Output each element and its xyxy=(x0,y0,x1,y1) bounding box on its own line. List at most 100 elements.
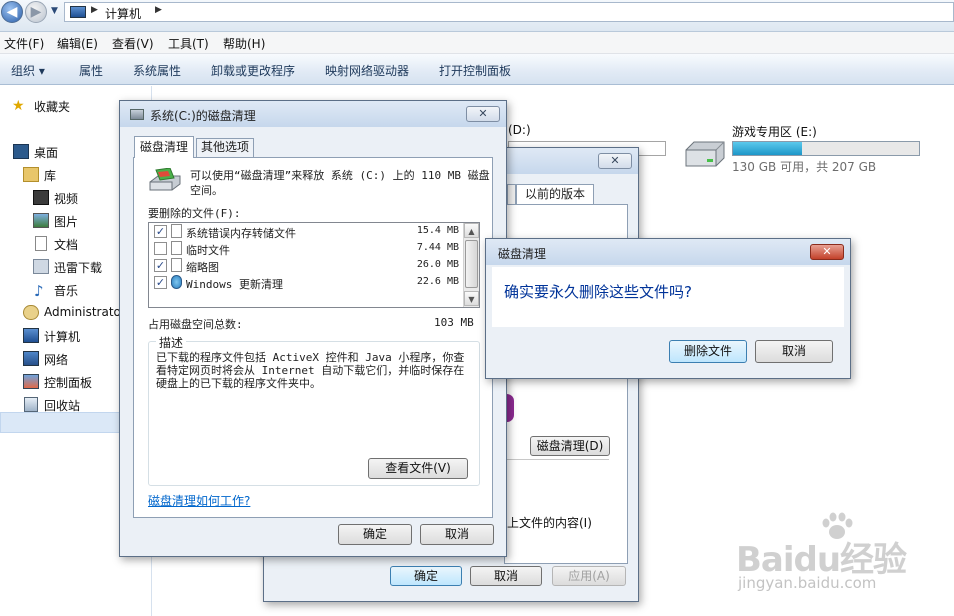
file-icon xyxy=(171,241,182,255)
address-bar-area: ◀ ▶ ▼ ▶ 计算机 ▶ xyxy=(0,0,954,32)
library-icon xyxy=(23,167,39,182)
checkbox[interactable] xyxy=(154,242,167,255)
hard-drive-icon[interactable] xyxy=(680,140,728,170)
confirm-question: 确实要永久删除这些文件吗? xyxy=(504,283,692,301)
cleanup-ok-button[interactable]: 确定 xyxy=(338,524,412,545)
sidebar-item-label: 迅雷下载 xyxy=(54,261,103,275)
arrow-left-icon: ◀ xyxy=(6,4,18,20)
scroll-down-icon[interactable]: ▼ xyxy=(464,291,479,306)
properties-close-button[interactable]: ✕ xyxy=(598,153,632,169)
view-files-button[interactable]: 查看文件(V) xyxy=(368,458,468,479)
list-item[interactable]: 临时文件 7.44 MB xyxy=(149,240,463,257)
file-icon xyxy=(171,258,182,272)
sidebar-item-label: 库 xyxy=(44,169,57,183)
vertical-scrollbar[interactable]: ▲ ▼ xyxy=(463,223,479,307)
close-icon: ✕ xyxy=(822,245,832,258)
divider xyxy=(507,459,609,460)
sidebar-item-label: 控制面板 xyxy=(44,376,93,390)
properties-ok-button[interactable]: 确定 xyxy=(390,566,462,586)
file-size: 22.6 MB xyxy=(416,276,459,287)
star-icon: ★ xyxy=(12,98,25,114)
computer-icon xyxy=(23,328,39,343)
sidebar-item-label: 视频 xyxy=(54,192,79,206)
tab-disk-cleanup[interactable]: 磁盘清理 xyxy=(134,136,194,158)
tab-more-options[interactable]: 其他选项 xyxy=(196,138,254,157)
cleanup-window-title: 系统(C:)的磁盘清理 xyxy=(150,109,256,123)
back-button[interactable]: ◀ xyxy=(1,1,23,23)
file-icon xyxy=(171,224,182,238)
confirm-cancel-button[interactable]: 取消 xyxy=(755,340,833,363)
close-icon: ✕ xyxy=(610,154,620,167)
how-cleanup-works-link[interactable]: 磁盘清理如何工作? xyxy=(148,492,250,509)
list-item[interactable]: ✓ Windows 更新清理 22.6 MB xyxy=(149,274,463,291)
files-to-delete-label: 要删除的文件(F): xyxy=(148,207,241,220)
file-name: 缩略图 xyxy=(186,261,219,274)
desktop-icon xyxy=(13,144,29,159)
file-name: Windows 更新清理 xyxy=(186,278,283,291)
file-size: 7.44 MB xyxy=(416,242,459,253)
checkbox[interactable]: ✓ xyxy=(154,225,167,238)
files-to-delete-list[interactable]: ✓ 系统错误内存转储文件 15.4 MB 临时文件 7.44 MB ✓ 缩略图 … xyxy=(148,222,480,308)
sidebar-item-label: 桌面 xyxy=(34,146,59,160)
forward-button[interactable]: ▶ xyxy=(25,1,47,23)
list-item[interactable]: ✓ 缩略图 26.0 MB xyxy=(149,257,463,274)
sidebar-item-label: 收藏夹 xyxy=(34,100,71,114)
confirm-delete-dialog: 磁盘清理 ✕ 确实要永久删除这些文件吗? 删除文件 取消 xyxy=(485,238,851,379)
close-icon: ✕ xyxy=(478,107,488,120)
delete-files-button[interactable]: 删除文件 xyxy=(669,340,747,363)
menu-view[interactable]: 查看(V) xyxy=(112,35,154,52)
description-text: 已下载的程序文件包括 ActiveX 控件和 Java 小程序，你查看特定网页时… xyxy=(156,351,465,390)
sidebar-item-label: Administrato xyxy=(44,305,121,319)
scroll-thumb[interactable] xyxy=(465,240,478,288)
properties-button[interactable]: 属性 xyxy=(79,62,103,79)
sidebar-item-label: 计算机 xyxy=(44,330,81,344)
watermark: Baidu经验 jingyan.baidu.com xyxy=(728,510,948,606)
chevron-right-icon[interactable]: ▶ xyxy=(91,5,98,15)
menu-help[interactable]: 帮助(H) xyxy=(223,35,265,52)
computer-icon xyxy=(70,6,86,18)
checkbox[interactable]: ✓ xyxy=(154,259,167,272)
chevron-right-icon[interactable]: ▶ xyxy=(155,5,162,15)
scroll-up-icon[interactable]: ▲ xyxy=(464,223,479,238)
tab-previous[interactable] xyxy=(507,184,516,204)
arrow-right-icon: ▶ xyxy=(30,4,42,20)
document-icon xyxy=(35,236,47,251)
address-field[interactable]: ▶ 计算机 ▶ xyxy=(64,2,954,22)
tab-previous-versions[interactable]: 以前的版本 xyxy=(516,184,594,204)
sidebar-item-label: 回收站 xyxy=(44,399,81,413)
properties-apply-button[interactable]: 应用(A) xyxy=(552,566,626,586)
disk-cleanup-button[interactable]: 磁盘清理(D) xyxy=(530,436,610,456)
total-space-value: 103 MB xyxy=(434,316,474,329)
checkbox[interactable]: ✓ xyxy=(154,276,167,289)
menu-tools[interactable]: 工具(T) xyxy=(168,35,209,52)
menu-edit[interactable]: 编辑(E) xyxy=(57,35,98,52)
uninstall-program-button[interactable]: 卸载或更改程序 xyxy=(211,62,295,79)
disk-cleanup-drive-icon xyxy=(149,168,181,191)
list-item[interactable]: ✓ 系统错误内存转储文件 15.4 MB xyxy=(149,223,463,240)
watermark-brand: Baidu经验 xyxy=(736,540,907,580)
sidebar-item-label: 图片 xyxy=(54,215,79,229)
properties-cancel-button[interactable]: 取消 xyxy=(470,566,542,586)
command-bar: 组织 ▾ 属性 系统属性 卸载或更改程序 映射网络驱动器 打开控制面板 xyxy=(0,54,954,85)
drive-e-label[interactable]: 游戏专用区 (E:) xyxy=(732,123,817,140)
system-properties-button[interactable]: 系统属性 xyxy=(133,62,181,79)
organize-button[interactable]: 组织 ▾ xyxy=(11,62,45,79)
file-size: 26.0 MB xyxy=(416,259,459,270)
open-control-panel-button[interactable]: 打开控制面板 xyxy=(439,62,511,79)
file-name: 临时文件 xyxy=(186,244,230,257)
windows-update-icon xyxy=(171,275,182,289)
cleanup-cancel-button[interactable]: 取消 xyxy=(420,524,494,545)
menu-file[interactable]: 文件(F) xyxy=(4,35,44,52)
total-space-label: 占用磁盘空间总数: xyxy=(148,318,243,331)
user-icon xyxy=(23,305,39,320)
history-dropdown-icon[interactable]: ▼ xyxy=(51,6,58,16)
description-heading: 描述 xyxy=(156,334,187,351)
confirm-close-button[interactable]: ✕ xyxy=(810,244,844,260)
file-name: 系统错误内存转储文件 xyxy=(186,227,296,240)
folder-icon xyxy=(33,259,49,274)
drive-d-label[interactable]: (D:) xyxy=(508,123,531,137)
breadcrumb-computer[interactable]: 计算机 xyxy=(105,5,141,22)
index-contents-checkbox-label[interactable]: 上文件的内容(I) xyxy=(507,514,592,531)
cleanup-close-button[interactable]: ✕ xyxy=(466,106,500,122)
map-network-drive-button[interactable]: 映射网络驱动器 xyxy=(325,62,409,79)
